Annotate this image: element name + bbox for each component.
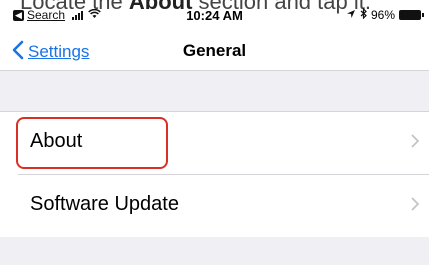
chevron-right-icon [411, 132, 420, 153]
page-title: General [182, 41, 247, 60]
chevron-right-icon [411, 195, 420, 216]
battery-percent: 96% [370, 8, 395, 22]
about-highlight-box [16, 117, 168, 169]
status-right: 96% [346, 7, 424, 22]
list-item-label: Software Update [30, 193, 179, 215]
navigation-bar: Settings General [0, 34, 429, 71]
bluetooth-icon [360, 7, 367, 22]
location-icon [346, 8, 356, 22]
list-item-software-update[interactable]: Software Update [0, 175, 429, 237]
group-spacer [0, 71, 429, 111]
battery-icon [399, 10, 424, 20]
group-spacer-bottom [0, 237, 429, 265]
status-bar: ◀ Search 10:24 AM 96% [0, 7, 429, 28]
